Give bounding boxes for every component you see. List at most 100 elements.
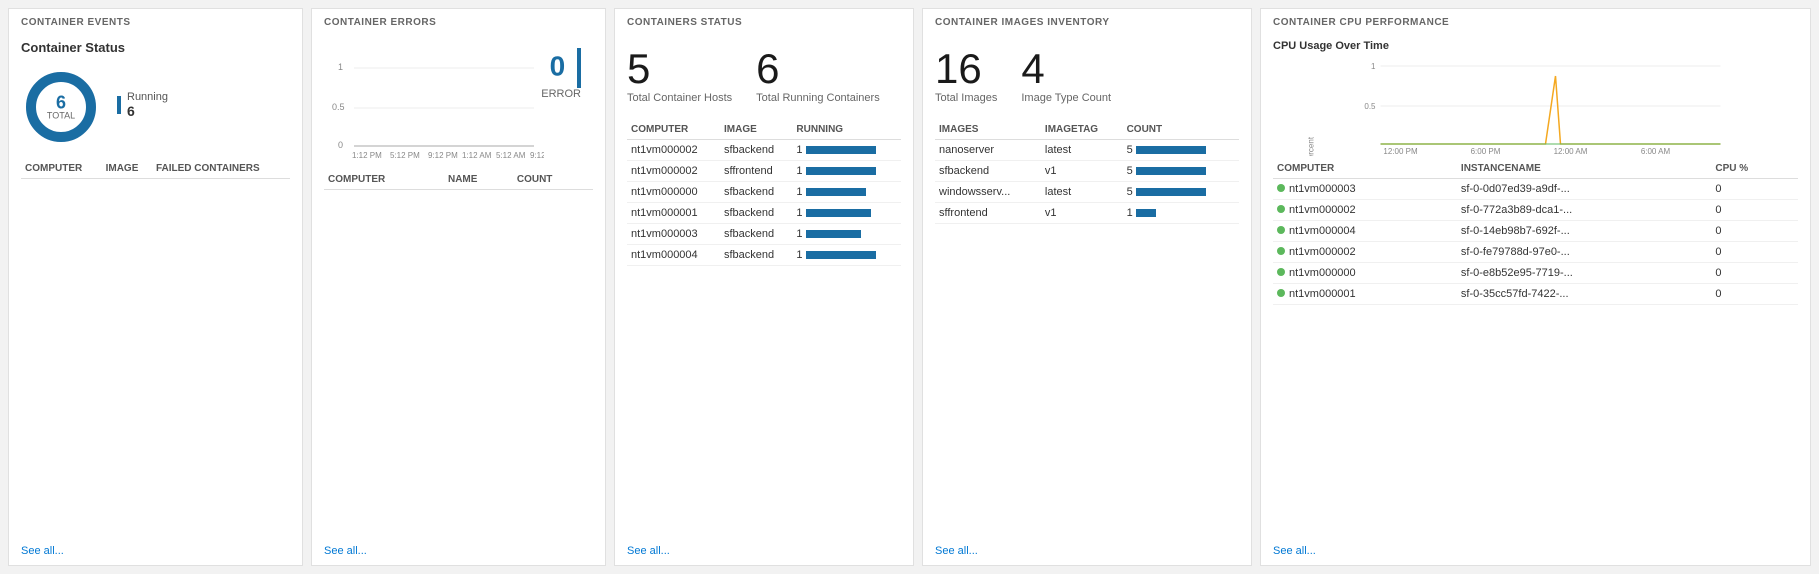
- table-row: nt1vm000001 sfbackend 1: [627, 203, 901, 224]
- inventory-col-images: IMAGES: [935, 120, 1041, 140]
- legend-bar-running: [117, 96, 121, 114]
- svg-text:1:12 PM: 1:12 PM: [352, 151, 382, 160]
- cpu-col-instance: INSTANCENAME: [1457, 159, 1711, 179]
- events-see-all[interactable]: See all...: [9, 539, 302, 565]
- status-dot: [1277, 205, 1285, 213]
- status-dot: [1277, 184, 1285, 192]
- inv-cell-imagetag: v1: [1041, 203, 1123, 224]
- svg-text:0.5: 0.5: [1364, 102, 1376, 111]
- errors-col-name: NAME: [444, 170, 513, 190]
- inv-cell-imagetag: latest: [1041, 182, 1123, 203]
- cpu-col-computer: COMPUTER: [1273, 159, 1457, 179]
- cpu-cell-computer: nt1vm000002: [1273, 242, 1457, 263]
- table-row: nt1vm000001 sf-0-35cc57fd-7422-... 0: [1273, 284, 1798, 305]
- errors-table: COMPUTER NAME COUNT: [324, 170, 593, 190]
- cpu-cell-instance: sf-0-35cc57fd-7422-...: [1457, 284, 1711, 305]
- running-bar: [806, 230, 861, 238]
- stat-image-type-count: 4 Image Type Count: [1021, 48, 1111, 104]
- panel-container-errors: CONTAINER ERRORS 0 ERROR 1 0.5 0: [311, 8, 606, 566]
- cpu-cell-cpu: 0: [1711, 242, 1798, 263]
- status-cell-running: 1: [792, 203, 901, 224]
- status-header-row: COMPUTER IMAGE RUNNING: [627, 120, 901, 140]
- svg-text:6:00 AM: 6:00 AM: [1641, 147, 1671, 156]
- inventory-table-body: nanoserver latest 5 sfbackend v1 5 windo…: [935, 140, 1239, 224]
- stat-running-containers: 6 Total Running Containers: [756, 48, 880, 104]
- status-cell-image: sfbackend: [720, 140, 792, 161]
- stat-total-hosts-value: 5: [627, 48, 732, 90]
- cpu-col-cpu: CPU %: [1711, 159, 1798, 179]
- running-bar: [806, 209, 871, 217]
- inventory-stats-row: 16 Total Images 4 Image Type Count: [935, 40, 1239, 120]
- cpu-cell-computer: nt1vm000003: [1273, 179, 1457, 200]
- cpu-chart-title: CPU Usage Over Time: [1273, 40, 1798, 52]
- legend: Running 6: [117, 91, 168, 123]
- donut-section: 6 TOTAL Running 6: [21, 59, 290, 159]
- status-col-running: RUNNING: [792, 120, 901, 140]
- inv-cell-images: nanoserver: [935, 140, 1041, 161]
- panel-status-content: 5 Total Container Hosts 6 Total Running …: [615, 32, 913, 539]
- svg-text:9:12 AM: 9:12 AM: [530, 151, 544, 160]
- count-bar: [1136, 167, 1206, 175]
- stat-total-images-value: 16: [935, 48, 997, 90]
- events-col-image: IMAGE: [102, 159, 152, 179]
- status-cell-running: 1: [792, 182, 901, 203]
- errors-table-header-row: COMPUTER NAME COUNT: [324, 170, 593, 190]
- errors-col-count: COUNT: [513, 170, 593, 190]
- errors-see-all[interactable]: See all...: [312, 539, 605, 565]
- cpu-cell-cpu: 0: [1711, 284, 1798, 305]
- table-row: sfbackend v1 5: [935, 161, 1239, 182]
- status-dot: [1277, 268, 1285, 276]
- panel-cpu-title: CONTAINER CPU PERFORMANCE: [1261, 9, 1810, 32]
- status-dot: [1277, 247, 1285, 255]
- inv-cell-count: 5: [1123, 161, 1239, 182]
- svg-text:9:12 PM: 9:12 PM: [428, 151, 458, 160]
- cpu-cell-cpu: 0: [1711, 263, 1798, 284]
- error-count: 0: [541, 48, 581, 88]
- count-bar: [1136, 188, 1206, 196]
- events-subtitle: Container Status: [21, 40, 290, 55]
- table-row: nt1vm000003 sfbackend 1: [627, 224, 901, 245]
- status-cell-running: 1: [792, 140, 901, 161]
- cpu-see-all[interactable]: See all...: [1261, 539, 1810, 565]
- status-cell-image: sffrontend: [720, 161, 792, 182]
- count-bar: [1136, 146, 1206, 154]
- status-cell-running: 1: [792, 161, 901, 182]
- table-row: nt1vm000004 sfbackend 1: [627, 245, 901, 266]
- events-table-header-row: COMPUTER IMAGE FAILED CONTAINERS: [21, 159, 290, 179]
- inventory-table: IMAGES IMAGETAG COUNT nanoserver latest …: [935, 120, 1239, 224]
- inventory-col-count: COUNT: [1123, 120, 1239, 140]
- inv-cell-images: windowsserv...: [935, 182, 1041, 203]
- inv-cell-images: sfbackend: [935, 161, 1041, 182]
- status-stats-row: 5 Total Container Hosts 6 Total Running …: [627, 40, 901, 120]
- panel-inventory-content: 16 Total Images 4 Image Type Count IMAGE…: [923, 32, 1251, 539]
- svg-text:1: 1: [338, 62, 343, 72]
- cpu-cell-instance: sf-0-772a3b89-dca1-...: [1457, 200, 1711, 221]
- cpu-cell-computer: nt1vm000001: [1273, 284, 1457, 305]
- inventory-see-all[interactable]: See all...: [923, 539, 1251, 565]
- cpu-cell-computer: nt1vm000000: [1273, 263, 1457, 284]
- status-cell-running: 1: [792, 245, 901, 266]
- inv-cell-count: 5: [1123, 182, 1239, 203]
- cpu-table-body: nt1vm000003 sf-0-0d07ed39-a9df-... 0 nt1…: [1273, 179, 1798, 305]
- error-badge: 0 ERROR: [541, 48, 581, 100]
- running-bar: [806, 251, 876, 259]
- status-see-all[interactable]: See all...: [615, 539, 913, 565]
- svg-text:AvgCPUPercent: AvgCPUPercent: [1307, 136, 1316, 156]
- table-row: nt1vm000002 sfbackend 1: [627, 140, 901, 161]
- stat-total-hosts: 5 Total Container Hosts: [627, 48, 732, 104]
- svg-text:6:00 PM: 6:00 PM: [1471, 147, 1501, 156]
- legend-running-info: Running 6: [127, 91, 168, 119]
- error-count-value: 0: [550, 50, 566, 81]
- panel-events-title: CONTAINER EVENTS: [9, 9, 302, 32]
- status-col-computer: COMPUTER: [627, 120, 720, 140]
- events-table: COMPUTER IMAGE FAILED CONTAINERS: [21, 159, 290, 179]
- legend-running-label: Running: [127, 91, 168, 103]
- running-bar: [806, 146, 876, 154]
- svg-text:12:00 PM: 12:00 PM: [1383, 147, 1418, 156]
- cpu-header-row: COMPUTER INSTANCENAME CPU %: [1273, 159, 1798, 179]
- panel-containers-status: CONTAINERS STATUS 5 Total Container Host…: [614, 8, 914, 566]
- legend-running: Running 6: [117, 91, 168, 119]
- stat-image-type-value: 4: [1021, 48, 1111, 90]
- donut-center: 6 TOTAL: [47, 94, 75, 121]
- panel-status-title: CONTAINERS STATUS: [615, 9, 913, 32]
